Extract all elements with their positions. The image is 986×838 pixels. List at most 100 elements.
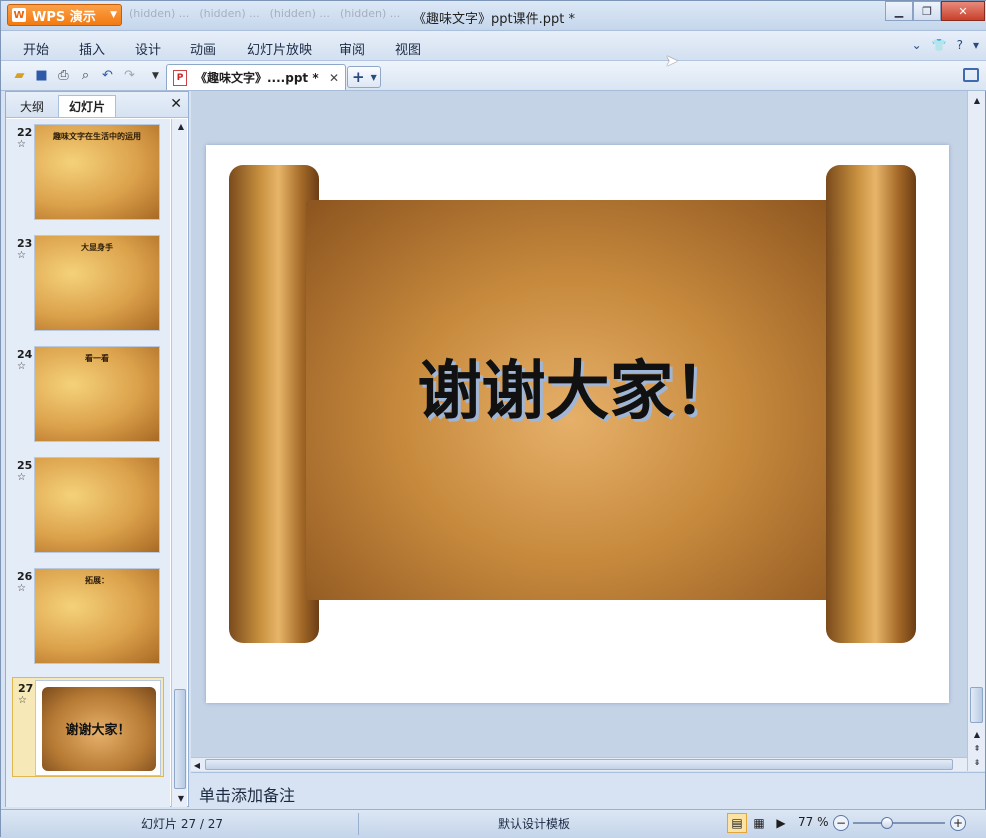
slide-preview: 大显身手 (34, 235, 160, 331)
menu-view[interactable]: 视图 (395, 39, 421, 58)
slide-counter: 幻灯片 27 / 27 (141, 817, 224, 831)
close-window-button[interactable]: ✕ (941, 1, 985, 21)
chevron-down-icon: ▼ (110, 10, 117, 20)
scrollbar-thumb[interactable] (970, 687, 983, 723)
animation-star-icon: ☆ (17, 139, 26, 150)
minimize-button[interactable]: ▁ (885, 1, 913, 21)
scrollbar-thumb[interactable] (205, 759, 953, 770)
tab-slides-label: 幻灯片 (69, 100, 106, 114)
slide-number: 26 (17, 570, 33, 583)
slide-thumbnail-list: 22 ☆ 趣味文字在生活中的运用 23 ☆ 大显身手 24 ☆ 看一看 25 ☆… (6, 119, 170, 807)
plus-icon: + (352, 68, 365, 86)
normal-view-icon: ▤ (731, 816, 743, 830)
slide-number: 22 (17, 126, 33, 139)
animation-star-icon: ☆ (17, 472, 26, 483)
slide-preview-title: 谢谢大家！ (65, 723, 131, 738)
design-template-name[interactable]: 默认设计模板 (498, 815, 570, 832)
restore-icon: ❐ (922, 4, 932, 18)
plus-icon: + (952, 816, 964, 830)
slide-thumbnail-selected[interactable]: 27 ☆ 谢谢大家！ (12, 677, 164, 777)
menu-insert[interactable]: 插入 (79, 39, 105, 58)
main-vertical-scrollbar[interactable]: ▲ ▲ ⇞ ⇟ (967, 91, 985, 771)
minimize-icon: ▁ (894, 4, 904, 18)
slide-number: 24 (17, 348, 33, 361)
restore-button[interactable]: ❐ (913, 1, 941, 21)
print-icon[interactable]: ⎙ (55, 67, 72, 84)
next-slide-icon[interactable]: ⇟ (968, 755, 986, 769)
slide-number: 25 (17, 459, 33, 472)
ghost-tab: (hidden) ... (129, 7, 190, 20)
customize-toolbar-icon[interactable]: ▼ (147, 67, 164, 84)
tab-outline[interactable]: 大纲 (10, 95, 54, 117)
pane-scrollbar[interactable]: ▲ ▼ (171, 119, 187, 807)
document-tab[interactable]: P 《趣味文字》....ppt * ✕ (166, 64, 346, 90)
window-layout-icon[interactable] (963, 68, 979, 82)
chevron-down-icon[interactable]: ⌄ (912, 38, 922, 52)
menu-right-tools: ⌄ 👕 ? ▾ (912, 38, 979, 52)
menu-start[interactable]: 开始 (23, 39, 49, 58)
chevron-down-icon[interactable]: ▾ (973, 38, 979, 52)
wps-logo-icon: W (12, 8, 26, 22)
zoom-in-button[interactable]: + (950, 815, 966, 831)
slide-thumbnail[interactable]: 25 ☆ (12, 455, 164, 555)
scroll-up-icon[interactable]: ▲ (968, 727, 986, 741)
slide-preview: 看一看 (34, 346, 160, 442)
slide-editing-area: 谢谢大家！ (191, 91, 967, 761)
slide-sorter-icon: ▦ (753, 816, 765, 830)
slide-preview-title: 大显身手 (81, 243, 113, 252)
minus-icon: − (835, 816, 847, 830)
status-bar: 幻灯片 27 / 27 默认设计模板 ▤ ▦ ▶ 77 % − + (1, 809, 986, 838)
wps-menu-button[interactable]: W WPS 演示 ▼ (7, 4, 122, 26)
zoom-slider-track[interactable] (853, 822, 945, 824)
normal-view-button[interactable]: ▤ (727, 813, 747, 833)
animation-star-icon: ☆ (17, 250, 26, 261)
zoom-slider-knob[interactable] (881, 817, 893, 829)
undo-icon[interactable]: ↶ (99, 67, 116, 84)
scroll-down-icon[interactable]: ▼ (172, 791, 190, 805)
zoom-level[interactable]: 77 % (798, 815, 829, 829)
scroll-up-icon[interactable]: ▲ (172, 119, 190, 133)
open-folder-icon[interactable]: ▰ (11, 67, 28, 84)
skin-shirt-icon[interactable]: 👕 (932, 38, 947, 52)
scroll-left-icon[interactable]: ◀ (191, 758, 203, 772)
slide-text[interactable]: 谢谢大家！ (206, 340, 949, 432)
menu-review[interactable]: 审阅 (339, 39, 365, 58)
slide-thumbnail[interactable]: 26 ☆ 拓展： (12, 566, 164, 666)
slide-thumbnail[interactable]: 24 ☆ 看一看 (12, 344, 164, 444)
ghost-tab: (hidden) ... (269, 7, 330, 20)
animation-star-icon: ☆ (17, 583, 26, 594)
slide-preview: 趣味文字在生活中的运用 (34, 124, 160, 220)
help-icon[interactable]: ? (957, 38, 963, 52)
chevron-down-icon: ▼ (370, 72, 377, 82)
close-icon: ✕ (958, 4, 968, 18)
menu-slideshow[interactable]: 幻灯片放映 (247, 39, 312, 58)
prev-slide-icon[interactable]: ⇞ (968, 741, 986, 755)
menu-animation[interactable]: 动画 (190, 39, 216, 58)
menu-design[interactable]: 设计 (135, 39, 161, 58)
print-preview-icon[interactable]: ⌕ (77, 67, 94, 84)
close-tab-icon[interactable]: ✕ (329, 71, 339, 85)
menu-bar: 开始 插入 设计 动画 幻灯片放映 审阅 视图 ⌄ 👕 ? ▾ (1, 31, 986, 61)
pane-tabs: 大纲 幻灯片 ✕ (6, 92, 188, 118)
slide-thumbnail[interactable]: 23 ☆ 大显身手 (12, 233, 164, 333)
slide-preview-title: 趣味文字在生活中的运用 (53, 132, 141, 141)
main-horizontal-scrollbar[interactable]: ◀ (191, 757, 967, 771)
tab-slides[interactable]: 幻灯片 (58, 95, 117, 117)
close-pane-icon[interactable]: ✕ (170, 96, 182, 112)
slide-preview (34, 457, 160, 553)
slide-thumbnail[interactable]: 22 ☆ 趣味文字在生活中的运用 (12, 122, 164, 222)
slideshow-button[interactable]: ▶ (771, 813, 791, 833)
scroll-up-icon[interactable]: ▲ (968, 93, 986, 107)
current-slide[interactable]: 谢谢大家！ (206, 145, 949, 703)
slide-sorter-button[interactable]: ▦ (749, 813, 769, 833)
animation-star-icon: ☆ (18, 695, 27, 706)
scrollbar-thumb[interactable] (174, 689, 186, 789)
ghost-tab: (hidden) ... (199, 7, 260, 20)
redo-icon[interactable]: ↷ (121, 67, 138, 84)
notes-pane[interactable]: 单击添加备注 (191, 772, 985, 808)
background-window-tabs: (hidden) ... (hidden) ... (hidden) ... (… (129, 7, 869, 25)
save-icon[interactable]: ■ (33, 67, 50, 84)
new-tab-button[interactable]: + ▼ (347, 66, 381, 88)
zoom-out-button[interactable]: − (833, 815, 849, 831)
divider (358, 813, 359, 835)
